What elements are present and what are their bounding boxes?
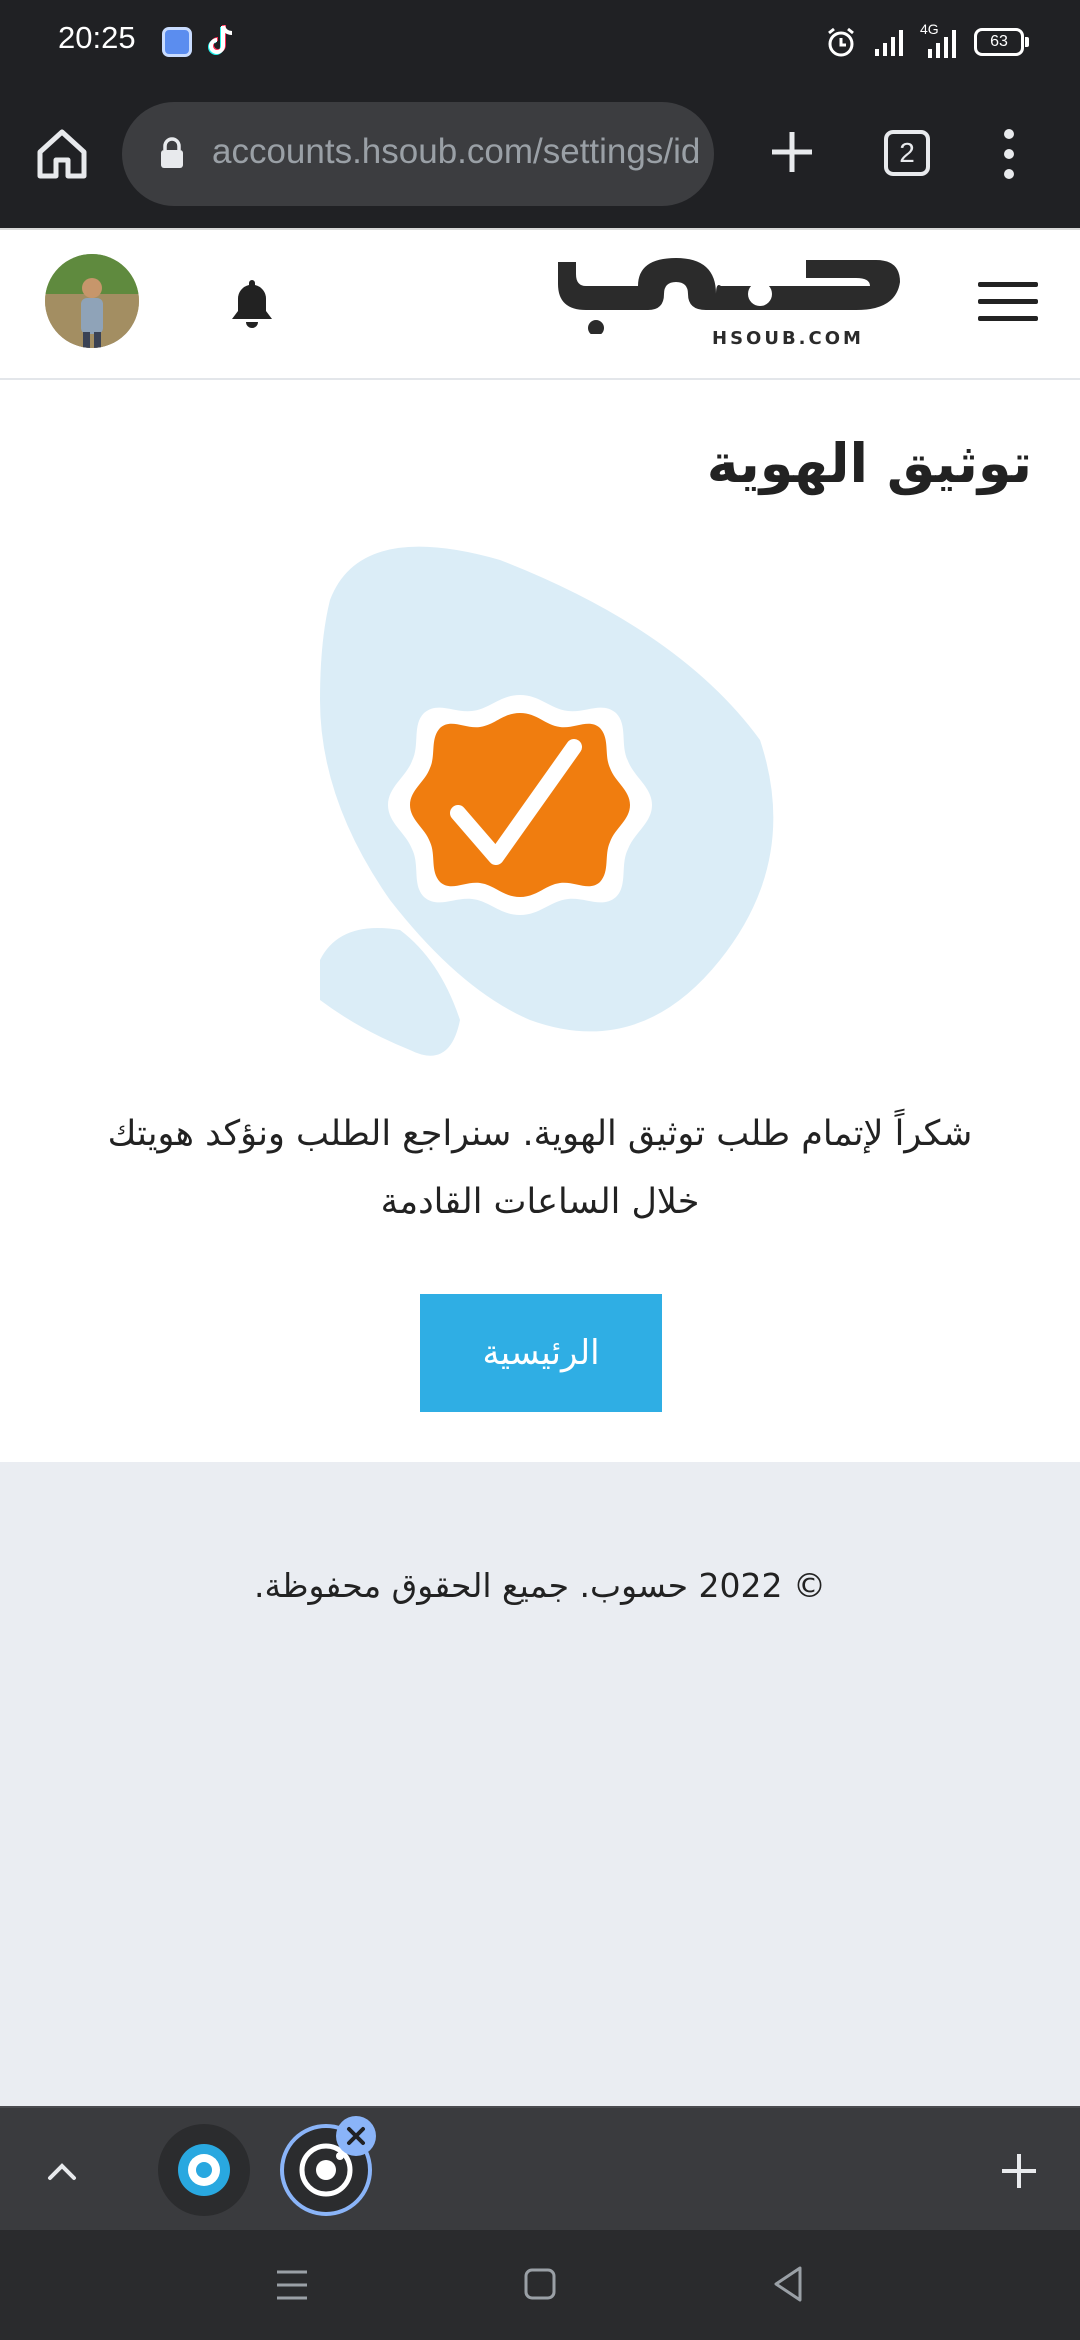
status-time: 20:25 [58,20,136,55]
battery-icon: 63 [974,28,1029,56]
verified-badge-illustration [320,546,774,1056]
verified-badge-icon [410,713,630,897]
browser-toolbar: accounts.hsoub.com/settings/id 2 [0,82,1080,228]
main-content: توثيق الهوية شكراً لإتمام طلب توثيق الهو… [0,380,1080,1462]
copyright-text: © 2022 حسوب. جميع الحقوق محفوظة. [254,1566,826,1605]
system-nav-bar [0,2230,1080,2340]
tab-switcher-button[interactable]: 2 [884,130,930,176]
bell-icon[interactable] [226,276,278,332]
address-bar[interactable]: accounts.hsoub.com/settings/id [122,102,714,206]
tab-thumbnail[interactable] [158,2124,250,2216]
app-notification-icon [162,27,192,57]
footer: © 2022 حسوب. جميع الحقوق محفوظة. [0,1462,1080,2106]
back-icon[interactable] [770,2264,806,2304]
home-button[interactable]: الرئيسية [420,1294,662,1412]
hsoub-logo-mark [558,258,900,336]
signal-icon [875,30,903,56]
plus-icon[interactable] [762,122,822,182]
avatar[interactable] [45,254,139,348]
site-header: HSOUB.COM [0,228,1080,380]
hsoub-logo[interactable]: HSOUB.COM [556,254,906,358]
hamburger-icon[interactable] [978,282,1038,326]
recent-apps-icon[interactable] [274,2266,310,2304]
logo-subtext: HSOUB.COM [712,328,864,349]
bottom-tab-strip [0,2106,1080,2230]
chevron-up-icon[interactable] [40,2150,84,2194]
url-text[interactable]: accounts.hsoub.com/settings/id [212,132,702,176]
status-right-group: 4G 63 [824,21,1029,62]
add-tab-plus-icon[interactable] [996,2148,1042,2194]
lock-icon [161,137,183,168]
close-icon[interactable] [336,2116,376,2156]
tiktok-icon [208,25,233,55]
home-icon[interactable] [30,122,94,186]
status-bar: 20:25 4G 63 [0,0,1080,82]
confirmation-message: شكراً لإتمام طلب توثيق الهوية. سنراجع ال… [107,1114,973,1222]
alarm-icon [828,27,854,57]
page-title: توثيق الهوية [706,432,1032,495]
more-vert-icon[interactable] [994,122,1024,186]
signal-4g-icon: 4G [920,21,960,59]
home-nav-icon[interactable] [522,2266,558,2302]
